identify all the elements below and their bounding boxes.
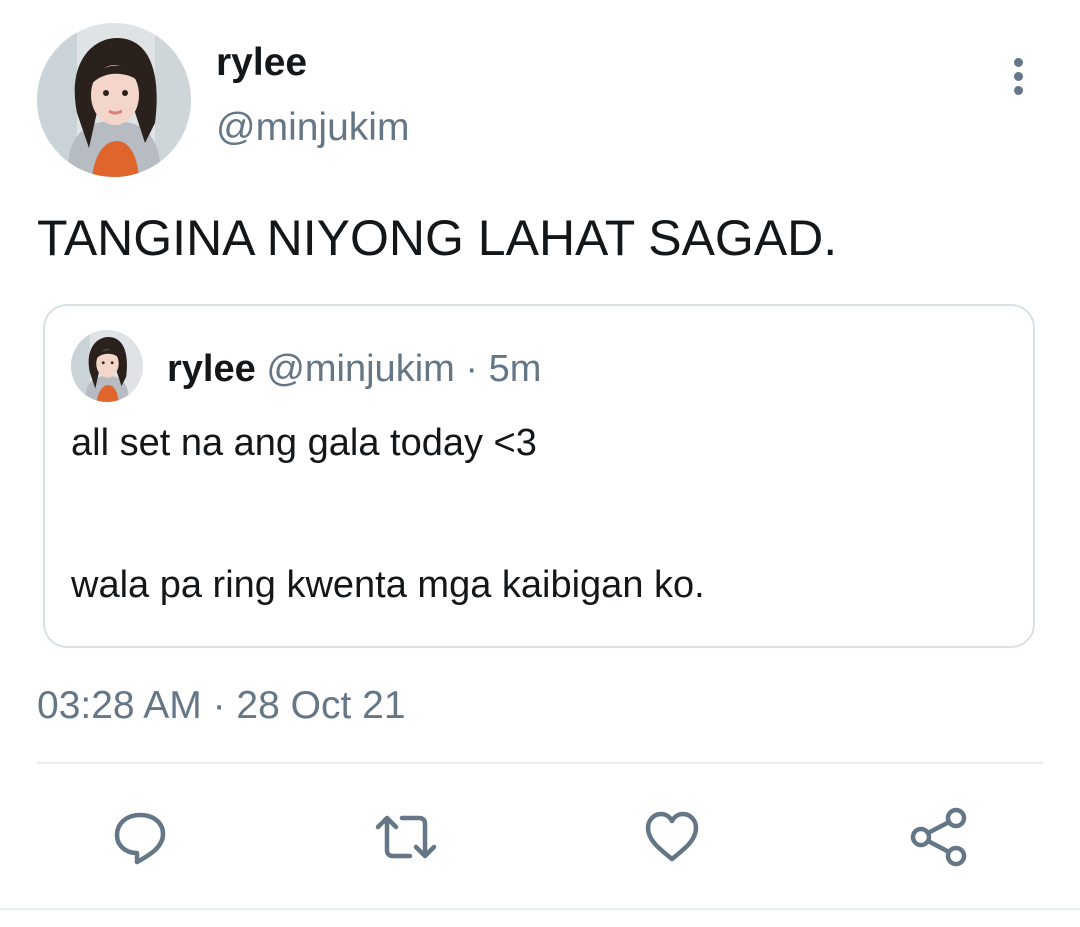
like-button[interactable]: [640, 805, 704, 869]
author-avatar[interactable]: [37, 23, 191, 177]
quoted-time: 5m: [488, 348, 542, 390]
quoted-display-name: rylee: [167, 348, 256, 390]
retweet-button[interactable]: [374, 805, 438, 869]
author-display-name[interactable]: rylee: [216, 40, 307, 86]
more-vertical-icon: [1013, 71, 1023, 81]
like-icon: [645, 811, 699, 862]
divider: [0, 908, 1080, 910]
quoted-separator: ·: [465, 348, 479, 390]
author-handle[interactable]: @minjukim: [216, 105, 409, 151]
quoted-tweet-card[interactable]: rylee @minjukim · 5m all set na ang gala…: [43, 304, 1035, 648]
tweet-text: TANGINA NIYONG LAHAT SAGAD.: [37, 210, 838, 266]
quoted-text-line: all set na ang gala today <3: [71, 422, 537, 464]
more-options-button[interactable]: [998, 52, 1038, 100]
retweet-icon: [375, 815, 437, 859]
divider: [37, 762, 1043, 764]
quoted-handle: @minjukim: [266, 348, 455, 390]
share-icon: [910, 807, 967, 867]
reply-button[interactable]: [108, 805, 172, 869]
profile-photo: [71, 330, 143, 402]
reply-icon: [114, 812, 166, 865]
more-vertical-icon: [1013, 57, 1023, 67]
quoted-text-line: wala pa ring kwenta mga kaibigan ko.: [71, 564, 705, 606]
more-vertical-icon: [1013, 85, 1023, 95]
share-button[interactable]: [907, 805, 971, 869]
tweet-timestamp: 03:28 AM · 28 Oct 21: [37, 684, 406, 727]
profile-photo: [37, 23, 191, 177]
quoted-author-avatar[interactable]: [71, 330, 143, 402]
quoted-tweet-header: rylee @minjukim · 5m: [167, 346, 541, 392]
